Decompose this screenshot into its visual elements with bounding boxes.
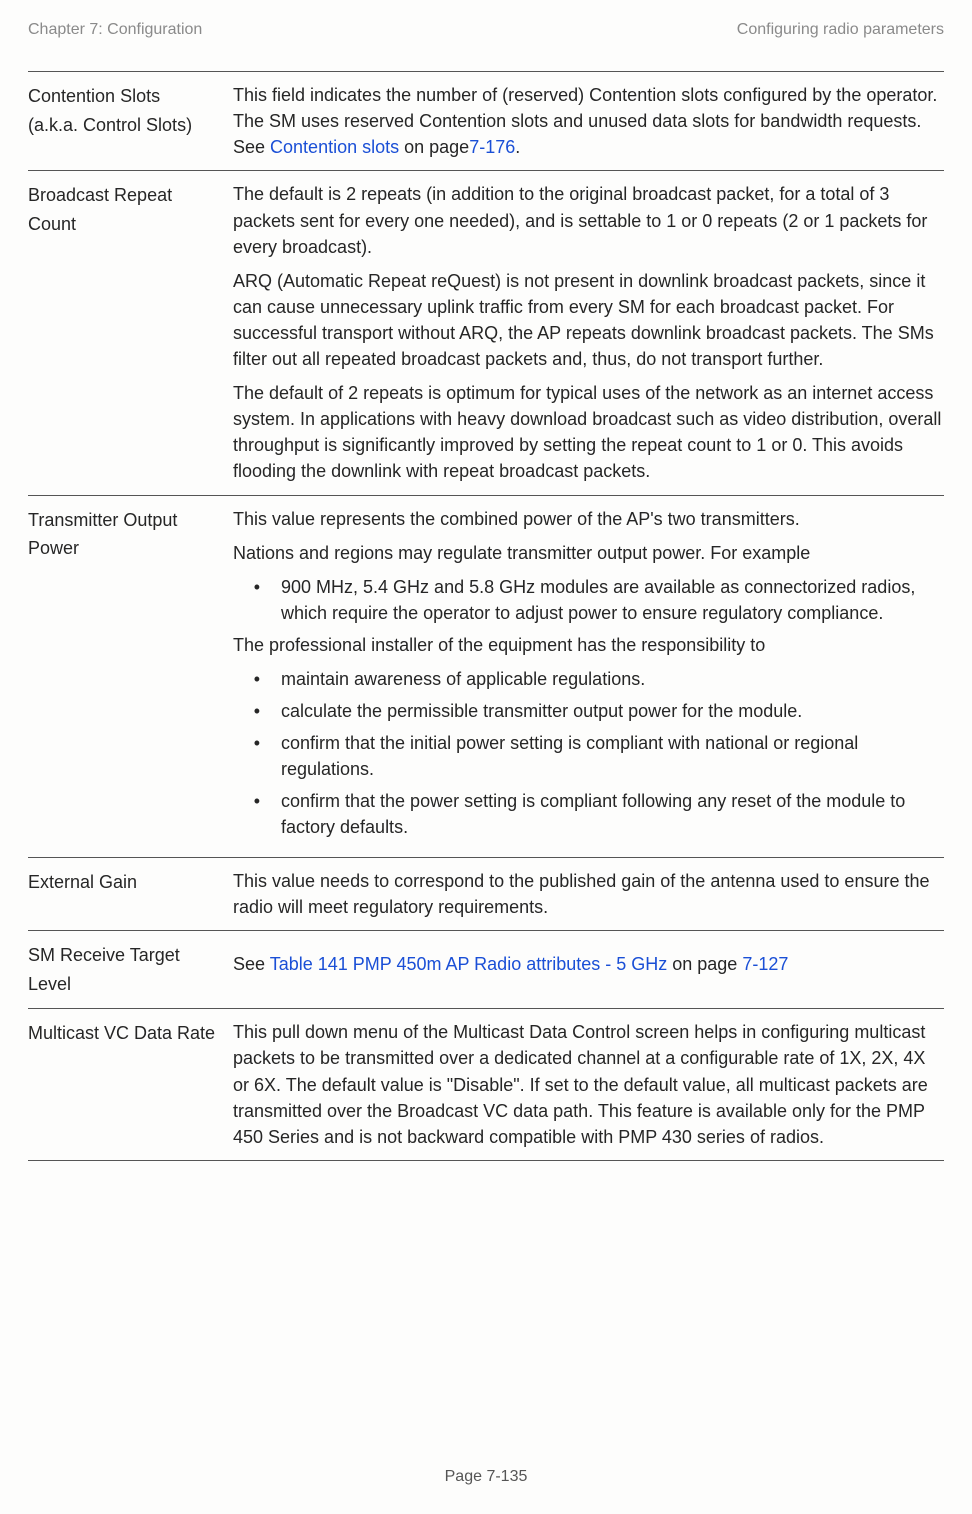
text: on page <box>667 954 742 974</box>
paragraph: This field indicates the number of (rese… <box>233 82 944 160</box>
row-description: See Table 141 PMP 450m AP Radio attribut… <box>233 941 944 999</box>
link-page-7-127[interactable]: 7-127 <box>742 954 788 974</box>
row-description: The default is 2 repeats (in addition to… <box>233 181 944 484</box>
page-header: Chapter 7: Configuration Configuring rad… <box>28 18 944 41</box>
link-page-7-176[interactable]: 7-176 <box>469 137 515 157</box>
row-label: Transmitter Output Power <box>28 506 233 847</box>
paragraph: ARQ (Automatic Repeat reQuest) is not pr… <box>233 268 944 372</box>
table-row: Broadcast Repeat Count The default is 2 … <box>28 171 944 495</box>
bullet-list: maintain awareness of applicable regulat… <box>233 666 944 841</box>
row-description: This field indicates the number of (rese… <box>233 82 944 160</box>
table-row: Multicast VC Data Rate This pull down me… <box>28 1009 944 1160</box>
row-description: This value needs to correspond to the pu… <box>233 868 944 920</box>
attribute-table: Contention Slots (a.k.a. Control Slots) … <box>28 71 944 1161</box>
text: . <box>515 137 520 157</box>
row-label: Multicast VC Data Rate <box>28 1019 233 1149</box>
paragraph: Nations and regions may regulate transmi… <box>233 540 944 566</box>
row-description: This value represents the combined power… <box>233 506 944 847</box>
paragraph: This value represents the combined power… <box>233 506 944 532</box>
document-page: Chapter 7: Configuration Configuring rad… <box>0 0 972 1514</box>
paragraph: This value needs to correspond to the pu… <box>233 868 944 920</box>
row-label: Broadcast Repeat Count <box>28 181 233 484</box>
list-item: confirm that the power setting is compli… <box>275 788 944 840</box>
link-contention-slots[interactable]: Contention slots <box>270 137 399 157</box>
header-left: Chapter 7: Configuration <box>28 18 202 41</box>
table-row: External Gain This value needs to corres… <box>28 858 944 931</box>
paragraph: See Table 141 PMP 450m AP Radio attribut… <box>233 951 944 977</box>
row-label: Contention Slots (a.k.a. Control Slots) <box>28 82 233 160</box>
link-table-141[interactable]: Table 141 PMP 450m AP Radio attributes -… <box>270 954 668 974</box>
list-item: 900 MHz, 5.4 GHz and 5.8 GHz modules are… <box>275 574 944 626</box>
row-description: This pull down menu of the Multicast Dat… <box>233 1019 944 1149</box>
header-right: Configuring radio parameters <box>737 18 944 41</box>
table-row: Transmitter Output Power This value repr… <box>28 496 944 858</box>
list-item: maintain awareness of applicable regulat… <box>275 666 944 692</box>
table-row: Contention Slots (a.k.a. Control Slots) … <box>28 72 944 171</box>
page-footer: Page 7-135 <box>0 1465 972 1488</box>
paragraph: This pull down menu of the Multicast Dat… <box>233 1019 944 1149</box>
row-label: SM Receive Target Level <box>28 941 233 999</box>
text: on page <box>399 137 469 157</box>
text: See <box>233 954 270 974</box>
label-text: (a.k.a. Control Slots) <box>28 115 192 135</box>
list-item: calculate the permissible transmitter ou… <box>275 698 944 724</box>
paragraph: The professional installer of the equipm… <box>233 632 944 658</box>
table-row: SM Receive Target Level See Table 141 PM… <box>28 931 944 1010</box>
paragraph: The default is 2 repeats (in addition to… <box>233 181 944 259</box>
label-text: Contention Slots <box>28 86 160 106</box>
row-label: External Gain <box>28 868 233 920</box>
bullet-list: 900 MHz, 5.4 GHz and 5.8 GHz modules are… <box>233 574 944 626</box>
paragraph: The default of 2 repeats is optimum for … <box>233 380 944 484</box>
list-item: confirm that the initial power setting i… <box>275 730 944 782</box>
